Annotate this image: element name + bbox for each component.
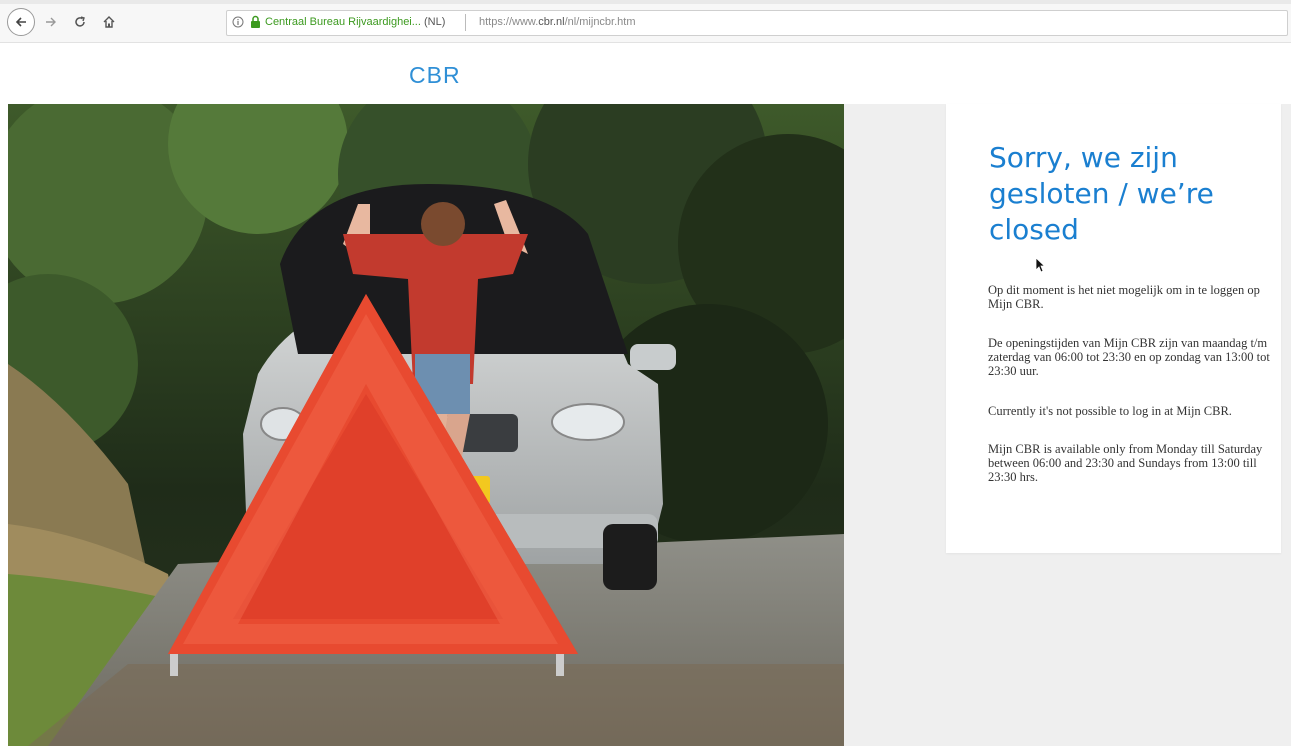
forward-arrow-icon <box>46 17 56 27</box>
back-arrow-icon <box>15 17 26 27</box>
site-identity-country: (NL) <box>423 16 446 28</box>
url-separator <box>465 14 466 31</box>
url-prefix: https://www. <box>479 16 539 28</box>
site-identity[interactable]: Centraal Bureau Rijvaardighei... (NL) <box>265 16 445 28</box>
url-text[interactable]: https://www.cbr.nl/nl/mijncbr.htm <box>479 16 636 28</box>
cbr-logo[interactable]: CBR <box>409 62 461 89</box>
info-icon[interactable] <box>232 16 244 28</box>
hero-image <box>8 104 844 746</box>
home-button[interactable] <box>99 9 119 35</box>
reload-icon <box>75 16 85 27</box>
url-domain: cbr.nl <box>538 16 565 28</box>
back-button[interactable] <box>7 8 35 36</box>
address-bar[interactable]: Centraal Bureau Rijvaardighei... (NL) ht… <box>226 10 1288 36</box>
url-path: /nl/mijncbr.htm <box>564 16 636 28</box>
toolbar-top-strip <box>0 0 1291 4</box>
home-icon <box>103 16 115 28</box>
notice-paragraph-nl-status: Op dit moment is het niet mogelijk om in… <box>988 283 1260 311</box>
browser-toolbar: Centraal Bureau Rijvaardighei... (NL) ht… <box>0 0 1291 43</box>
lock-icon <box>251 15 260 28</box>
forward-button[interactable] <box>41 9 61 35</box>
hero-illustration <box>8 104 844 746</box>
notice-paragraph-en-status: Currently it's not possible to log in at… <box>988 404 1232 418</box>
reload-button[interactable] <box>70 9 90 35</box>
closed-notice-card: Sorry, we zijn gesloten / we’re closed O… <box>946 104 1281 553</box>
mouse-cursor-icon <box>1035 257 1045 273</box>
notice-title: Sorry, we zijn gesloten / we’re closed <box>989 141 1214 246</box>
notice-paragraph-nl-hours: De openingstijden van Mijn CBR zijn van … <box>988 336 1270 378</box>
notice-paragraph-en-hours: Mijn CBR is available only from Monday t… <box>988 442 1263 484</box>
site-identity-name: Centraal Bureau Rijvaardighei... <box>265 16 421 28</box>
